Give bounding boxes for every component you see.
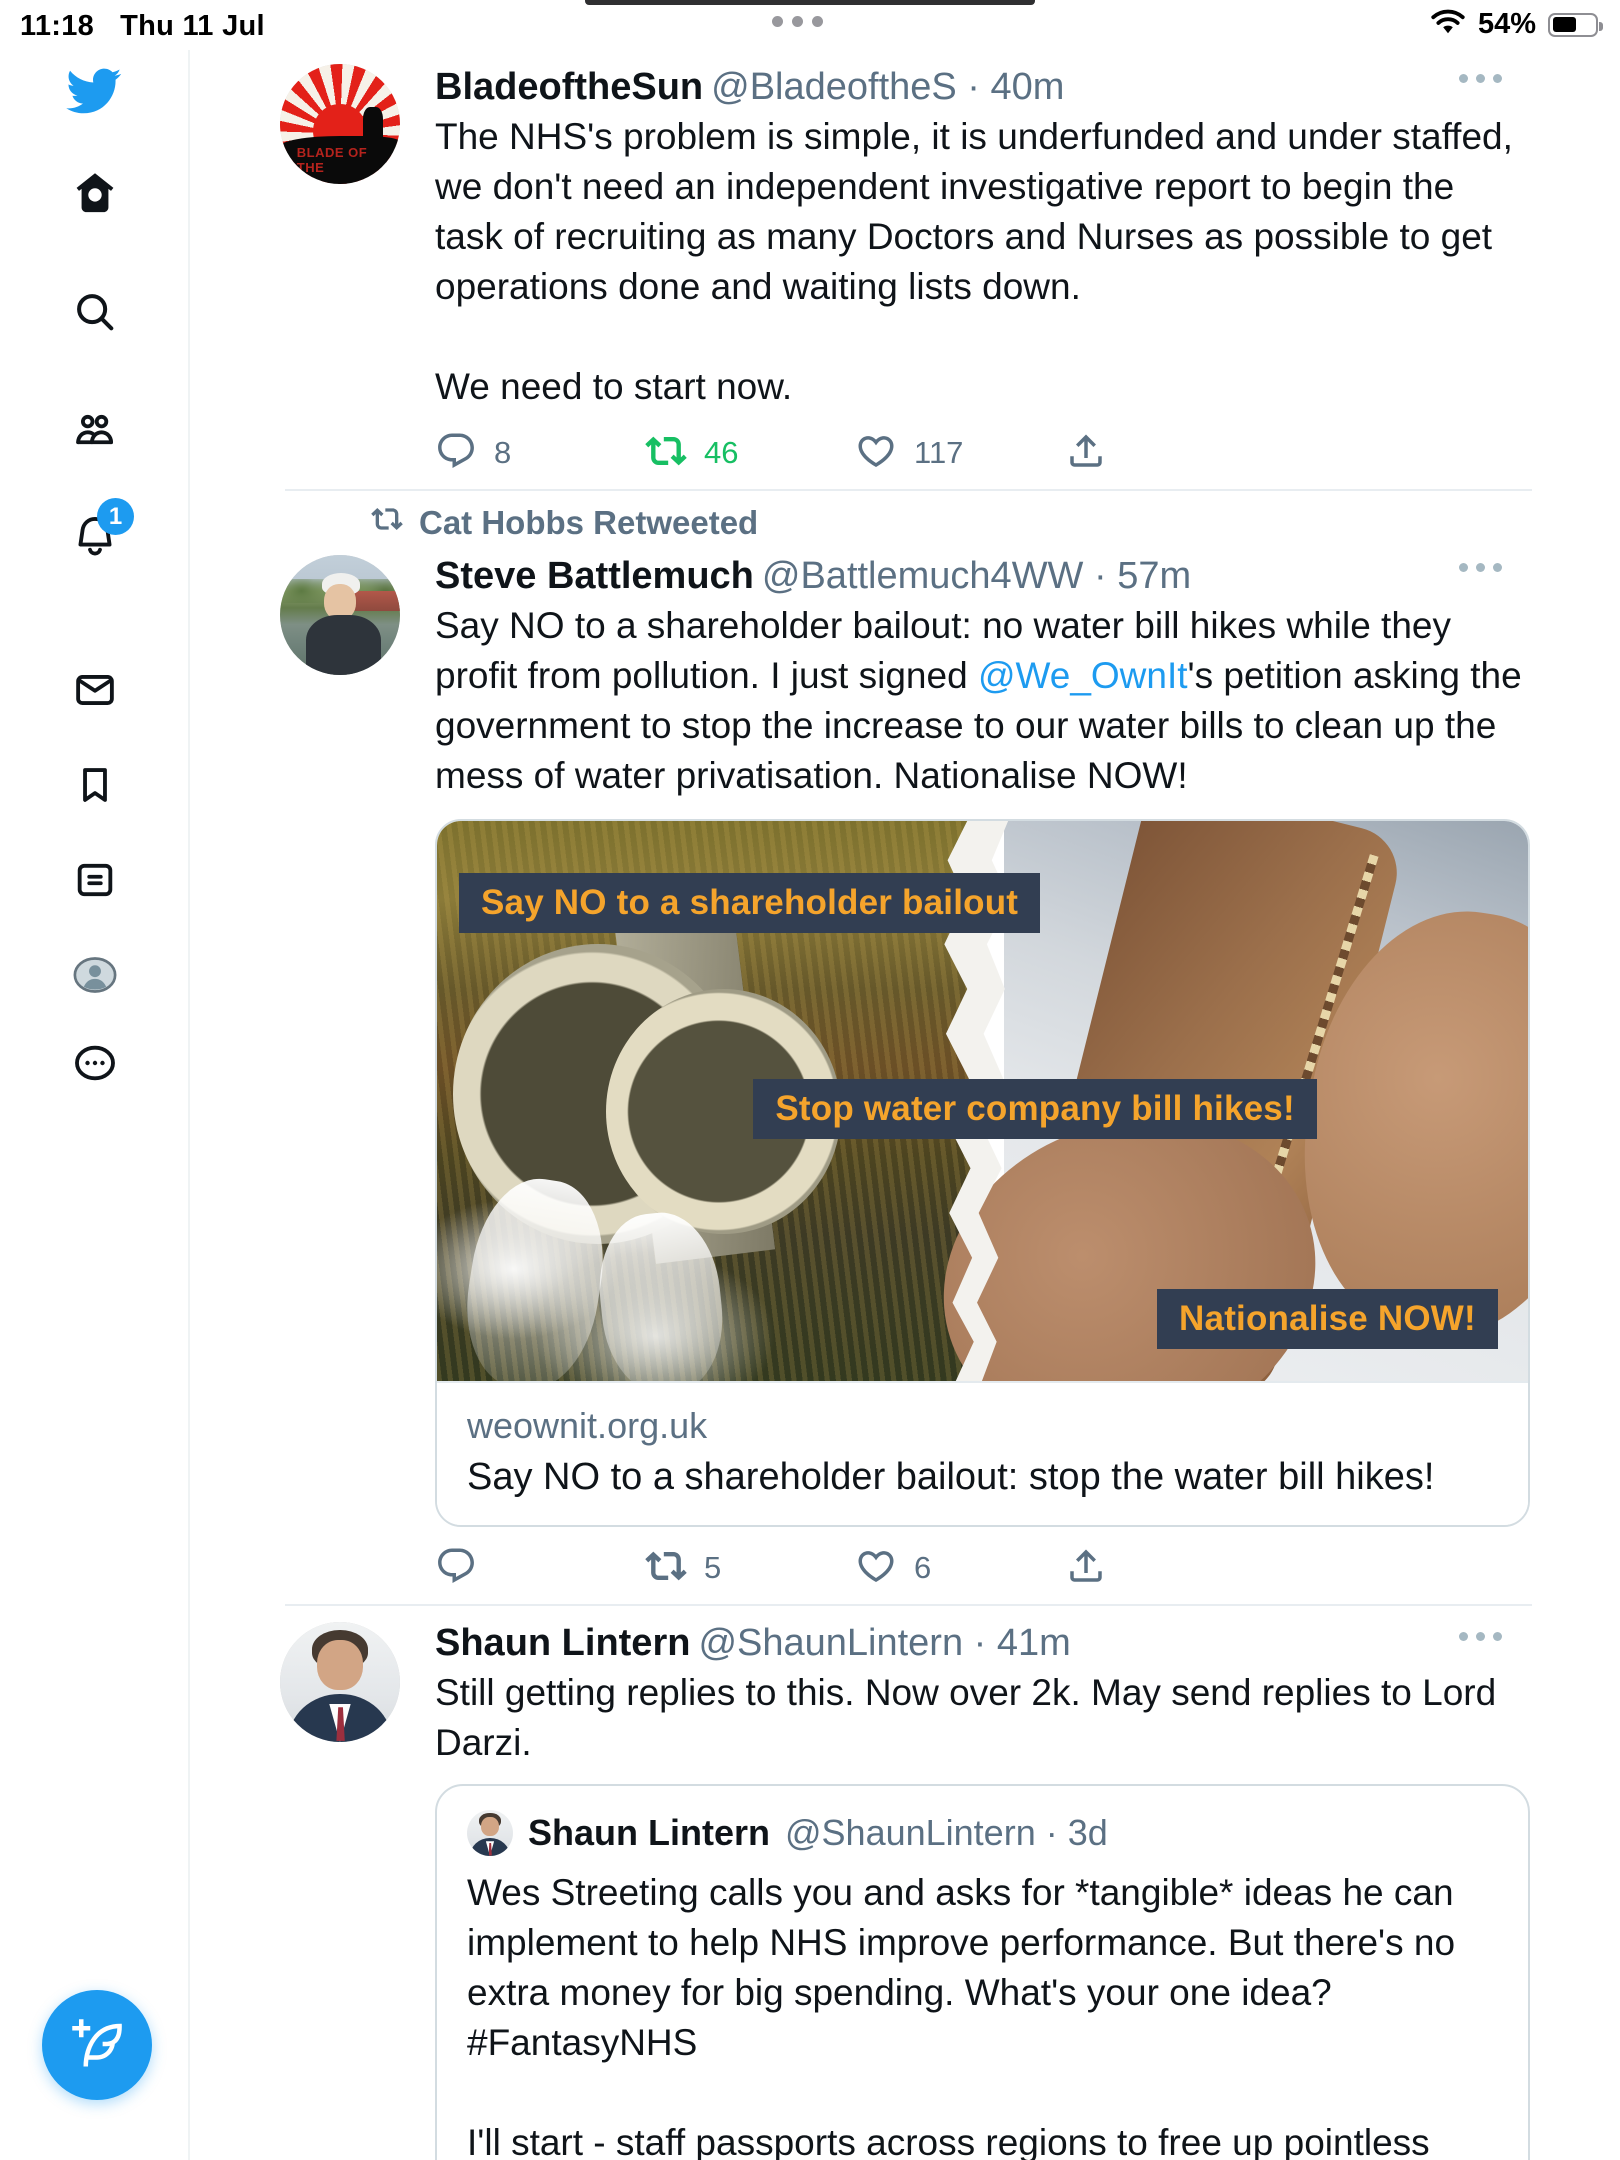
timeline: BLADE OF THE BladeoftheSun@BladeoftheS ·…	[190, 50, 1620, 2160]
bookmark-icon	[72, 762, 118, 808]
quoted-tweet-card[interactable]: Shaun Lintern @ShaunLintern · 3d Wes Str…	[435, 1784, 1530, 2160]
link-preview-card[interactable]: Say NO to a shareholder bailout Stop wat…	[435, 819, 1530, 1527]
tweet-paragraph: Say NO to a shareholder bailout: no wate…	[435, 601, 1530, 801]
image-caption-middle: Stop water company bill hikes!	[753, 1079, 1316, 1139]
like-button[interactable]: 6	[855, 1545, 1065, 1590]
quoted-paragraph: Wes Streeting calls you and asks for *ta…	[467, 1868, 1498, 2068]
envelope-icon	[72, 667, 118, 713]
card-image: Say NO to a shareholder bailout Stop wat…	[437, 821, 1528, 1381]
retweet-button[interactable]: 5	[645, 1545, 855, 1590]
more-circle-icon	[72, 1040, 118, 1086]
sidebar-item-more[interactable]	[72, 1040, 118, 1086]
reply-button[interactable]	[435, 1545, 645, 1590]
share-icon	[1065, 430, 1107, 475]
author-name[interactable]: Shaun Lintern	[435, 1622, 690, 1664]
retweet-icon	[645, 1545, 687, 1590]
like-count: 6	[914, 1550, 931, 1586]
home-icon	[72, 170, 118, 216]
tweet-paragraph: Still getting replies to this. Now over …	[435, 1668, 1530, 1768]
twitter-logo[interactable]	[64, 62, 122, 120]
card-footer: weownit.org.uk Say NO to a shareholder b…	[437, 1381, 1528, 1525]
retweet-count: 5	[704, 1550, 721, 1586]
notification-badge: 1	[97, 498, 134, 535]
like-button[interactable]: 117	[855, 430, 1065, 475]
tweet-more-button[interactable]	[1459, 563, 1502, 572]
reply-count: 8	[494, 435, 511, 471]
sidebar-item-notifications[interactable]: 1	[72, 512, 118, 558]
share-button[interactable]	[1065, 1545, 1107, 1590]
tweet-actions: 5 6	[435, 1545, 1215, 1590]
reply-icon	[435, 430, 477, 475]
tweet-paragraph: We need to start now.	[435, 362, 1530, 412]
share-icon	[1065, 1545, 1107, 1590]
reply-icon	[435, 1545, 477, 1590]
avatar	[467, 1810, 513, 1856]
sidebar-item-profile[interactable]	[72, 952, 118, 998]
sidebar-item-bookmarks[interactable]	[72, 762, 118, 808]
quoted-tweet-header: Shaun Lintern @ShaunLintern · 3d	[467, 1810, 1498, 1856]
mention-link[interactable]: @We_OwnIt	[978, 655, 1188, 696]
search-icon	[72, 289, 118, 335]
heart-icon	[855, 430, 897, 475]
tweet-paragraph: The NHS's problem is simple, it is under…	[435, 112, 1530, 312]
battery-percent: 54%	[1478, 8, 1536, 41]
avatar[interactable]	[280, 1622, 400, 1742]
avatar-art-text: BLADE OF THE	[297, 146, 376, 176]
image-caption-top: Say NO to a shareholder bailout	[459, 873, 1040, 933]
card-title: Say NO to a shareholder bailout: stop th…	[467, 1453, 1498, 1501]
compose-feather-icon	[70, 2017, 124, 2074]
author-meta: @BladeoftheS · 40m	[711, 66, 1064, 108]
clock: 11:18	[20, 10, 94, 42]
card-domain: weownit.org.uk	[467, 1403, 1498, 1449]
tweet-text: Say NO to a shareholder bailout: no wate…	[435, 601, 1530, 801]
retweeted-by-label: Cat Hobbs Retweeted	[419, 504, 758, 542]
tweet[interactable]: Shaun Lintern@ShaunLintern · 41m Still g…	[190, 1606, 1620, 2160]
quoted-author-meta: @ShaunLintern · 3d	[785, 1810, 1108, 1856]
retweet-icon	[371, 503, 403, 543]
tweet[interactable]: BLADE OF THE BladeoftheSun@BladeoftheS ·…	[190, 50, 1620, 491]
image-caption-bottom: Nationalise NOW!	[1157, 1289, 1498, 1349]
tweet-more-button[interactable]	[1459, 74, 1502, 83]
status-date: Thu 11 Jul	[120, 10, 265, 42]
multitasking-indicator[interactable]	[772, 16, 823, 27]
compose-tweet-button[interactable]	[42, 1990, 152, 2100]
quoted-author-name: Shaun Lintern	[528, 1810, 770, 1856]
retweet-button[interactable]: 46	[645, 430, 855, 475]
heart-icon	[855, 1545, 897, 1590]
author-meta: @Battlemuch4WW · 57m	[762, 555, 1191, 597]
sidebar-item-search[interactable]	[72, 289, 118, 335]
sidebar-item-messages[interactable]	[72, 667, 118, 713]
share-button[interactable]	[1065, 430, 1107, 475]
quoted-tweet-text: Wes Streeting calls you and asks for *ta…	[467, 1868, 1498, 2160]
battery-icon	[1548, 13, 1598, 37]
author-meta: @ShaunLintern · 41m	[698, 1622, 1070, 1664]
sidebar-item-communities[interactable]	[72, 407, 118, 453]
like-count: 117	[914, 435, 963, 471]
tweet-actions: 8 46 117	[435, 430, 1215, 475]
author-name[interactable]: Steve Battlemuch	[435, 555, 754, 597]
avatar[interactable]: BLADE OF THE	[280, 64, 400, 184]
avatar[interactable]	[280, 555, 400, 675]
tweet-more-button[interactable]	[1459, 1632, 1502, 1641]
profile-avatar-icon	[72, 952, 118, 998]
retweeted-by-line[interactable]: Cat Hobbs Retweeted	[371, 503, 1530, 543]
status-bar: 11:18 Thu 11 Jul 54%	[0, 0, 1620, 50]
author-name[interactable]: BladeoftheSun	[435, 66, 703, 108]
retweet-icon	[645, 430, 687, 475]
wifi-icon	[1430, 8, 1466, 41]
communities-icon	[72, 407, 118, 453]
window-top-edge	[585, 0, 1035, 5]
tweet-text: The NHS's problem is simple, it is under…	[435, 112, 1530, 412]
reply-button[interactable]: 8	[435, 430, 645, 475]
retweet-count: 46	[704, 435, 738, 471]
quoted-paragraph: I'll start - staff passports across regi…	[467, 2118, 1498, 2160]
sidebar-nav: 1	[0, 50, 190, 2160]
tweet[interactable]: Cat Hobbs Retweeted Steve Battlemuch@Bat…	[190, 491, 1620, 1606]
sidebar-item-lists[interactable]	[72, 857, 118, 903]
sidebar-item-home[interactable]	[72, 170, 118, 216]
tweet-text: Still getting replies to this. Now over …	[435, 1668, 1530, 1768]
lists-icon	[72, 857, 118, 903]
